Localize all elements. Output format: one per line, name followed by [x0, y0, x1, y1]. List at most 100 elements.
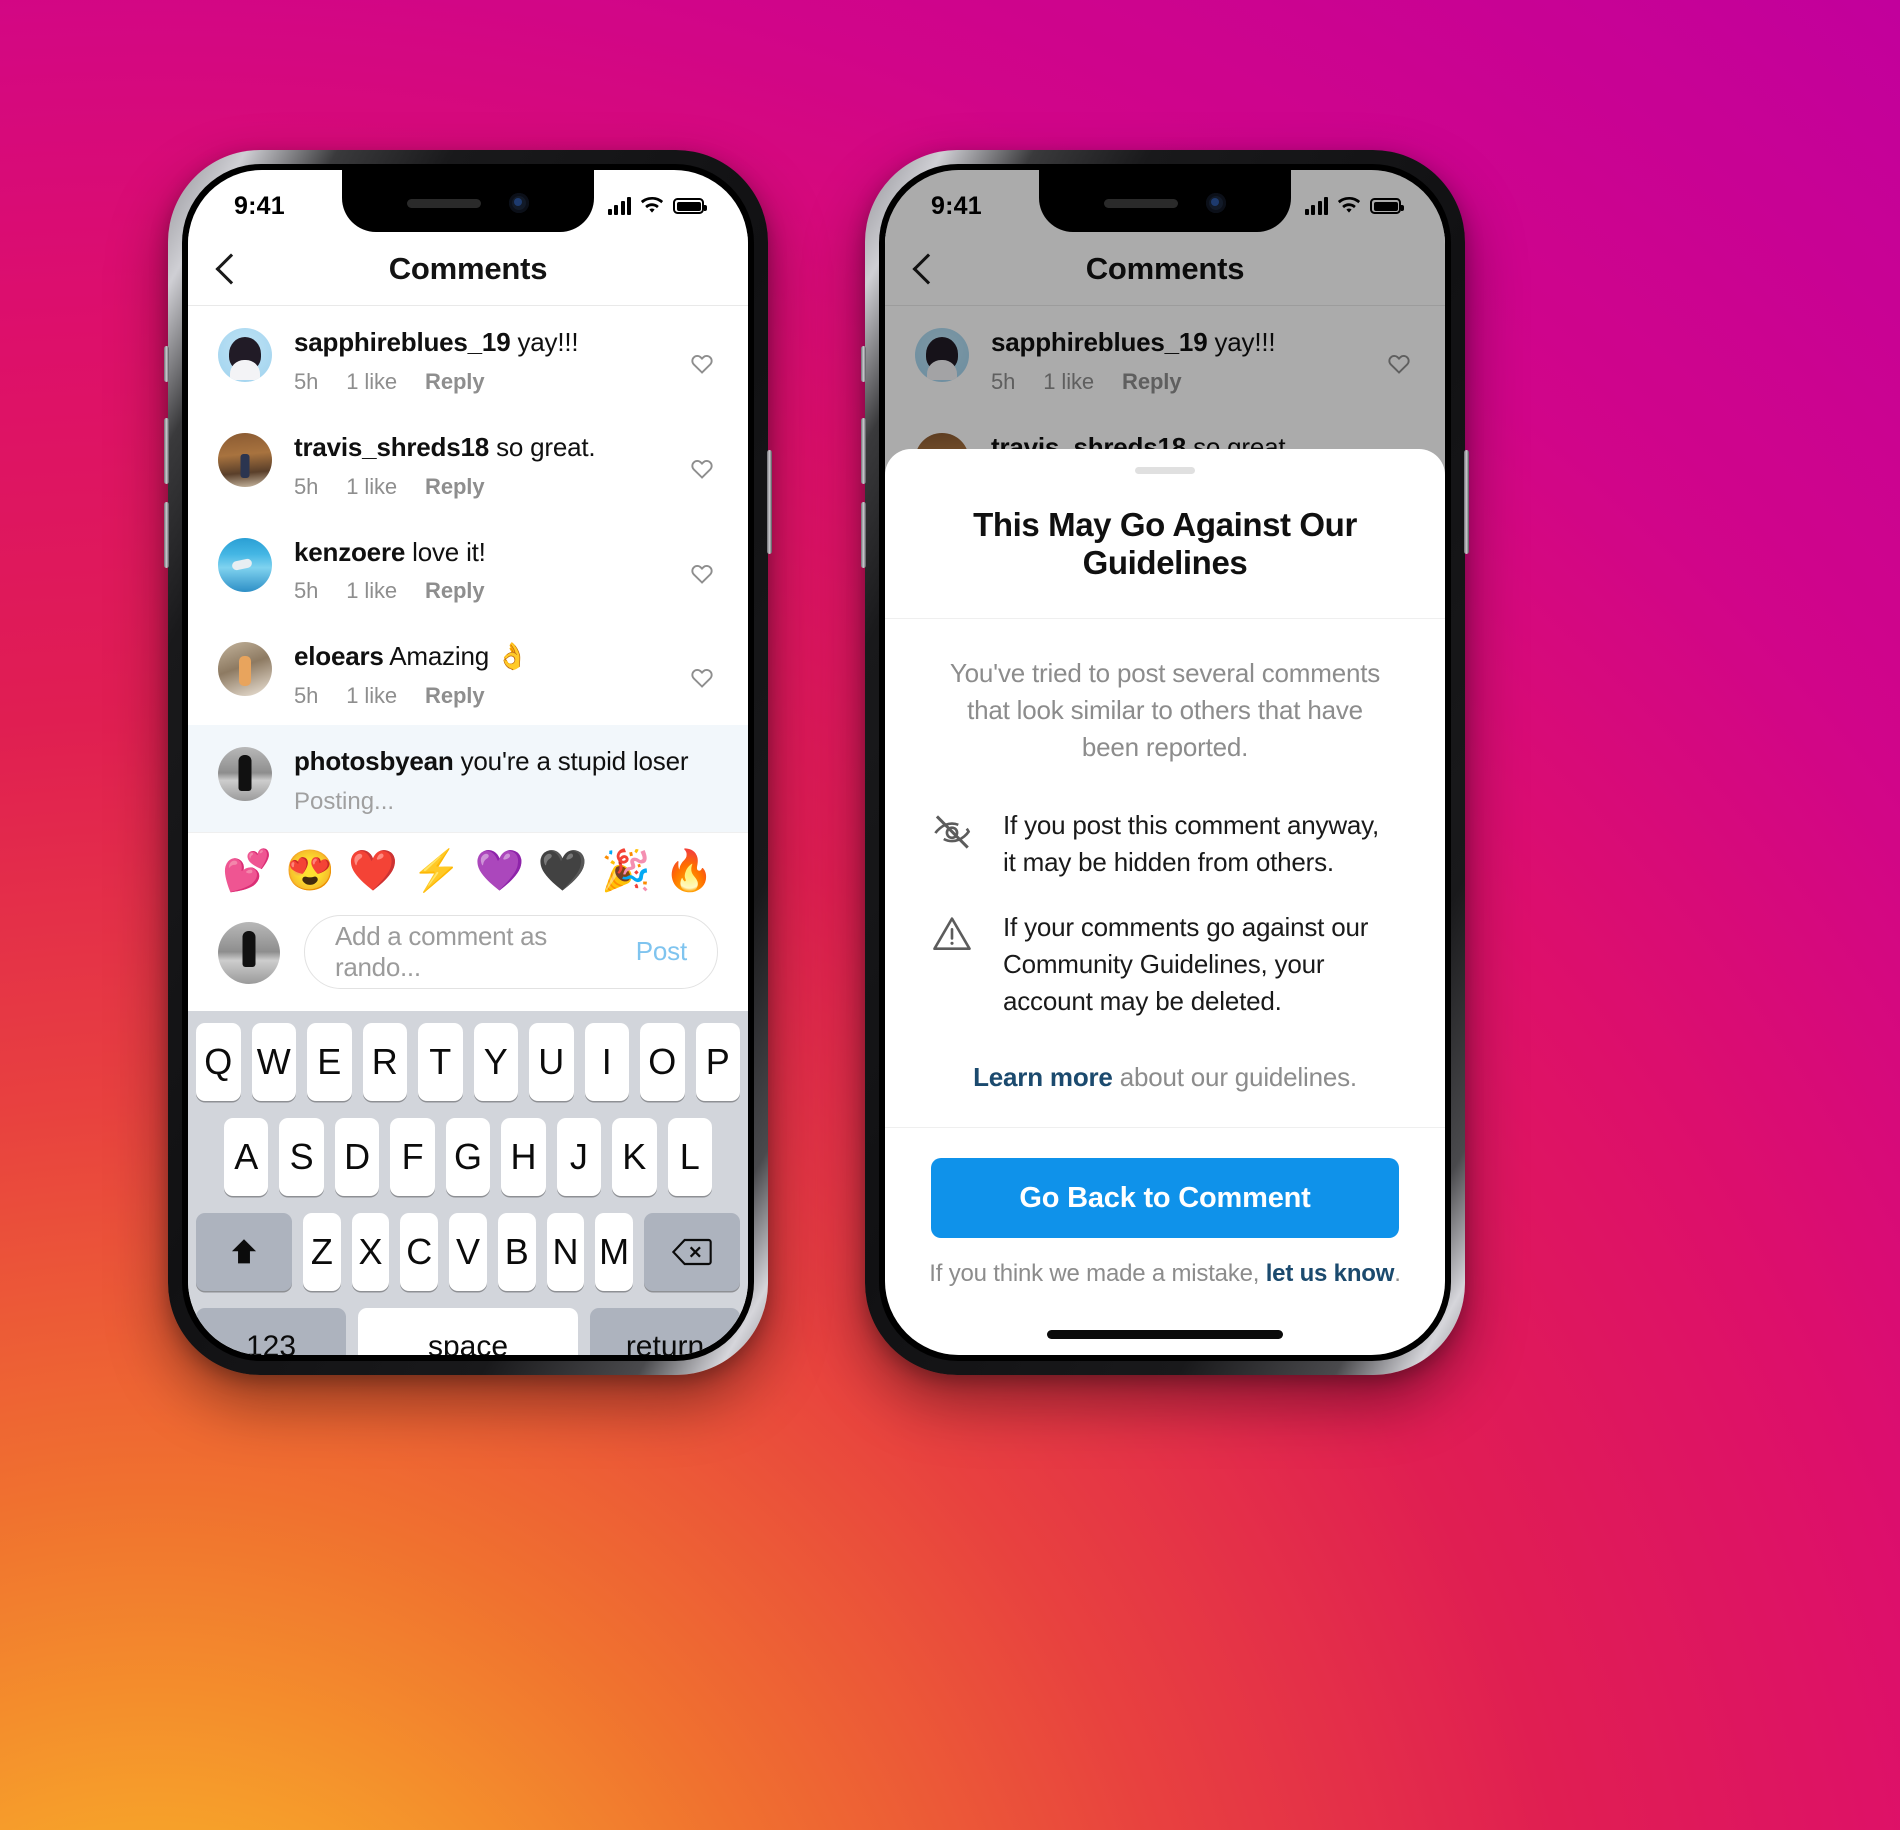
front-camera-icon: [509, 193, 529, 213]
key-f[interactable]: F: [390, 1117, 435, 1196]
return-key[interactable]: return: [590, 1307, 740, 1355]
volume-up-button[interactable]: [164, 418, 169, 484]
emoji-lightning[interactable]: ⚡: [411, 851, 461, 891]
comment-message: so great.: [496, 431, 596, 462]
key-d[interactable]: D: [334, 1117, 380, 1196]
key-j[interactable]: J: [556, 1117, 602, 1196]
like-heart-icon[interactable]: [690, 457, 714, 481]
comment-message: love it!: [412, 536, 486, 567]
like-heart-icon[interactable]: [690, 562, 714, 586]
drag-handle[interactable]: [1135, 466, 1195, 474]
comment-username[interactable]: sapphireblues_19: [294, 327, 511, 357]
key-a[interactable]: A: [224, 1117, 269, 1196]
key-w[interactable]: W: [251, 1022, 296, 1101]
let-us-know-link[interactable]: let us know: [1266, 1260, 1395, 1287]
emoji-red-heart[interactable]: ❤️: [348, 851, 398, 891]
comment-time: 5h: [294, 578, 319, 604]
shift-up-arrow-icon[interactable]: [195, 1212, 292, 1291]
post-button[interactable]: Post: [636, 936, 687, 967]
key-k[interactable]: K: [612, 1117, 657, 1196]
footer-suffix: .: [1394, 1260, 1401, 1287]
pending-comment-row[interactable]: photosbyean you're a stupid loser Postin…: [188, 725, 748, 832]
like-heart-icon[interactable]: [690, 666, 714, 690]
posting-status: Posting...: [294, 787, 395, 815]
emoji-fire[interactable]: 🔥: [664, 851, 714, 891]
key-v[interactable]: V: [449, 1212, 487, 1291]
key-y[interactable]: Y: [473, 1022, 518, 1101]
mute-switch[interactable]: [861, 346, 866, 382]
power-button[interactable]: [767, 450, 772, 554]
comment-input[interactable]: Add a comment as rando... Post: [304, 914, 718, 989]
comment-reply-button[interactable]: Reply: [425, 683, 485, 709]
key-x[interactable]: X: [351, 1212, 390, 1291]
key-r[interactable]: R: [362, 1022, 407, 1101]
key-t[interactable]: T: [418, 1022, 463, 1101]
key-b[interactable]: B: [497, 1212, 536, 1291]
comment-username[interactable]: eloears: [294, 641, 384, 671]
key-z[interactable]: Z: [302, 1212, 341, 1291]
avatar[interactable]: [218, 432, 272, 487]
comment-row[interactable]: kenzoere love it! 5h 1 like Reply: [188, 516, 748, 621]
comment-row[interactable]: eloears Amazing 👌 5h 1 like Reply: [188, 620, 748, 725]
keyboard-row-2: A S D F G H J K L: [196, 1117, 740, 1196]
key-c[interactable]: C: [400, 1212, 439, 1291]
comment-likes[interactable]: 1 like: [346, 369, 397, 395]
avatar[interactable]: [218, 642, 272, 697]
key-s[interactable]: S: [279, 1117, 324, 1196]
comment-username[interactable]: photosbyean: [294, 746, 454, 776]
comment-username[interactable]: travis_shreds18: [294, 432, 489, 462]
key-l[interactable]: L: [667, 1117, 712, 1196]
key-n[interactable]: N: [546, 1212, 585, 1291]
emoji-purple-heart[interactable]: 💜: [475, 851, 525, 891]
key-i[interactable]: I: [584, 1022, 629, 1101]
key-h[interactable]: H: [501, 1117, 546, 1196]
keyboard-row-3: Z X C V B N M: [195, 1212, 741, 1291]
comment-reply-button[interactable]: Reply: [425, 474, 485, 500]
volume-up-button[interactable]: [861, 418, 866, 484]
emoji-two-hearts[interactable]: 💕: [222, 851, 272, 891]
status-time: 9:41: [234, 191, 285, 220]
key-p[interactable]: P: [695, 1022, 740, 1101]
emoji-party-popper[interactable]: 🎉: [601, 851, 651, 891]
comment-username[interactable]: kenzoere: [294, 537, 405, 567]
learn-more-link[interactable]: Learn more: [973, 1062, 1113, 1092]
key-q[interactable]: Q: [196, 1022, 241, 1101]
comment-meta: 5h 1 like Reply: [294, 369, 706, 395]
phone-bezel: 9:41 Comments sapphireblues_19 yay!!! 5h…: [182, 164, 754, 1361]
backspace-delete-icon[interactable]: [644, 1212, 741, 1291]
wifi-icon: [640, 197, 664, 213]
key-m[interactable]: M: [595, 1212, 634, 1291]
numbers-key[interactable]: 123: [196, 1307, 346, 1355]
comment-body: eloears Amazing 👌 5h 1 like Reply: [272, 640, 722, 709]
nav-bar: Comments: [188, 232, 748, 306]
comment-body: travis_shreds18 so great. 5h 1 like Repl…: [272, 431, 722, 500]
home-indicator[interactable]: [1047, 1330, 1283, 1339]
earpiece-speaker: [407, 198, 481, 208]
comment-row[interactable]: travis_shreds18 so great. 5h 1 like Repl…: [188, 411, 748, 516]
avatar[interactable]: [218, 328, 272, 382]
key-g[interactable]: G: [445, 1117, 491, 1196]
comment-reply-button[interactable]: Reply: [425, 578, 485, 604]
emoji-black-heart[interactable]: 🖤: [538, 851, 588, 891]
comment-likes[interactable]: 1 like: [346, 474, 397, 500]
avatar[interactable]: [218, 537, 272, 592]
volume-down-button[interactable]: [861, 502, 866, 568]
current-user-avatar[interactable]: [218, 921, 280, 984]
space-key[interactable]: space: [358, 1307, 578, 1355]
comment-likes[interactable]: 1 like: [346, 578, 397, 604]
comment-meta: 5h 1 like Reply: [294, 578, 706, 604]
comment-row[interactable]: sapphireblues_19 yay!!! 5h 1 like Reply: [188, 306, 748, 411]
volume-down-button[interactable]: [164, 502, 169, 568]
like-heart-icon[interactable]: [690, 352, 714, 376]
comment-reply-button[interactable]: Reply: [425, 369, 485, 395]
key-e[interactable]: E: [307, 1022, 352, 1101]
comment-likes[interactable]: 1 like: [346, 683, 397, 709]
go-back-to-comment-button[interactable]: Go Back to Comment: [931, 1158, 1399, 1238]
avatar[interactable]: [218, 747, 272, 802]
key-o[interactable]: O: [640, 1022, 685, 1101]
modal-title: This May Go Against Our Guidelines: [885, 474, 1445, 619]
power-button[interactable]: [1464, 450, 1469, 554]
key-u[interactable]: U: [529, 1022, 574, 1101]
emoji-heart-eyes[interactable]: 😍: [285, 851, 335, 891]
mute-switch[interactable]: [164, 346, 169, 382]
